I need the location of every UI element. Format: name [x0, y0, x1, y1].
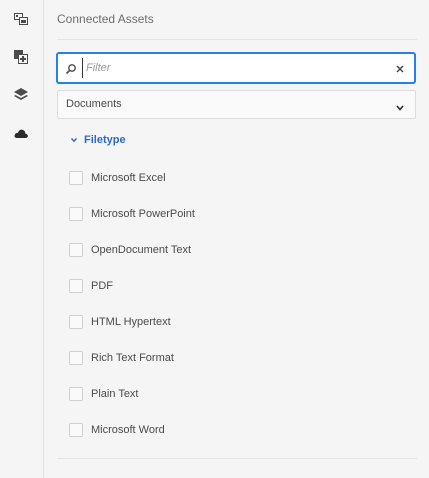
asset-type-value: Documents — [66, 98, 122, 110]
chevron-down-icon — [70, 131, 84, 149]
checkbox[interactable] — [69, 315, 83, 329]
layers-icon — [13, 87, 29, 103]
option-label: HTML Hypertext — [91, 316, 171, 328]
title-divider — [57, 39, 417, 40]
checkbox[interactable] — [69, 171, 83, 185]
option-label: Microsoft PowerPoint — [91, 208, 195, 220]
checkbox[interactable] — [69, 423, 83, 437]
checkbox[interactable] — [69, 387, 83, 401]
cloud-icon — [13, 125, 29, 141]
filetype-option-opendocument-text[interactable]: OpenDocument Text — [69, 242, 191, 258]
chevron-down-icon — [395, 100, 405, 111]
filter-input[interactable] — [82, 58, 386, 78]
filetype-option-microsoft-word[interactable]: Microsoft Word — [69, 422, 165, 438]
filetype-option-microsoft-powerpoint[interactable]: Microsoft PowerPoint — [69, 206, 195, 222]
checkbox[interactable] — [69, 207, 83, 221]
filetype-option-rich-text-format[interactable]: Rich Text Format — [69, 350, 174, 366]
filetype-facet-toggle[interactable]: Filetype — [70, 133, 126, 147]
option-label: Plain Text — [91, 388, 139, 400]
filetype-option-pdf[interactable]: PDF — [69, 278, 113, 294]
option-label: Microsoft Excel — [91, 172, 166, 184]
filetype-option-microsoft-excel[interactable]: Microsoft Excel — [69, 170, 166, 186]
search-icon — [65, 62, 77, 75]
side-rail — [0, 0, 44, 478]
clear-icon[interactable] — [394, 62, 406, 74]
option-label: PDF — [91, 280, 113, 292]
add-media-icon — [13, 49, 29, 65]
asset-type-dropdown[interactable]: Documents — [57, 90, 416, 119]
filetype-option-plain-text[interactable]: Plain Text — [69, 386, 139, 402]
checkbox[interactable] — [69, 351, 83, 365]
cloud-rail-button[interactable] — [10, 122, 32, 144]
add-media-rail-button[interactable] — [10, 46, 32, 68]
filetype-option-html-hypertext[interactable]: HTML Hypertext — [69, 314, 171, 330]
connected-assets-window: Connected Assets Documents — [0, 0, 429, 478]
panel-title: Connected Assets — [57, 12, 154, 26]
assets-rail-button[interactable] — [10, 8, 32, 30]
assets-icon — [13, 11, 29, 27]
filter-search-box[interactable] — [57, 53, 415, 83]
checkbox[interactable] — [69, 243, 83, 257]
layers-rail-button[interactable] — [10, 84, 32, 106]
checkbox[interactable] — [69, 279, 83, 293]
connected-assets-panel: Connected Assets Documents — [44, 0, 429, 478]
bottom-divider — [57, 458, 417, 459]
filetype-facet-label: Filetype — [84, 134, 126, 146]
option-label: OpenDocument Text — [91, 244, 192, 256]
option-label: Microsoft Word — [91, 424, 165, 436]
option-label: Rich Text Format — [91, 352, 174, 364]
